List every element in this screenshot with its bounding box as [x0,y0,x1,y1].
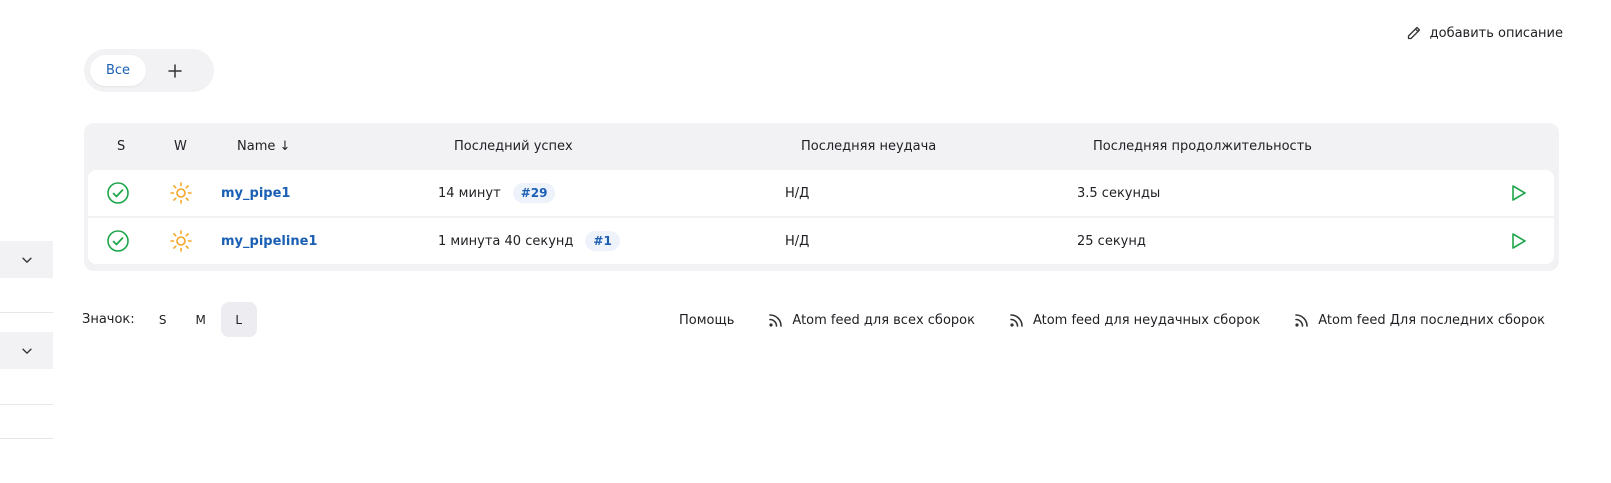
table-row: my_pipeline1 1 минута 40 секунд #1 Н/Д 2… [88,218,1554,264]
help-label: Помощь [679,312,735,328]
column-header-last-duration[interactable]: Последняя продолжительность [1093,139,1312,154]
last-duration-value: 25 секунд [1077,233,1146,249]
last-duration-value: 3.5 секунды [1077,185,1161,201]
success-status-icon [106,170,130,216]
rss-icon [769,314,783,327]
rss-icon [1295,314,1309,327]
job-link[interactable]: my_pipe1 [221,186,290,201]
add-description-button[interactable]: добавить описание [1406,22,1563,44]
sidebar-collapse-toggle[interactable] [0,332,53,369]
plus-icon [168,63,182,78]
atom-feed-all-link[interactable]: Atom feed для всех сборок [768,312,975,328]
icon-size-m[interactable]: M [183,302,219,337]
footer-links: Помощь Atom feed для всех сборок Atom fe… [679,309,1545,331]
column-header-weather[interactable]: W [174,139,187,154]
success-status-icon [106,218,130,264]
atom-feed-failed-label: Atom feed для неудачных сборок [1032,312,1261,328]
rss-icon [1010,314,1023,327]
last-failure-value: Н/Д [785,185,810,201]
icon-size-l[interactable]: L [220,302,257,337]
atom-feed-failed-link[interactable]: Atom feed для неудачных сборок [1009,312,1260,328]
last-failure-value: Н/Д [785,233,810,249]
chevron-down-icon [21,257,32,263]
tab-all[interactable]: Все [90,55,146,86]
icon-size-s[interactable]: S [145,302,181,337]
table-header: S W Name ↓ Последний успех Последняя неу… [84,123,1559,170]
sidebar-divider [0,404,53,405]
chevron-down-icon [21,348,32,354]
atom-feed-latest-label: Atom feed Для последних сборок [1318,312,1545,328]
sidebar-divider [0,438,53,439]
job-link[interactable]: my_pipeline1 [221,234,317,249]
add-description-label: добавить описание [1429,25,1563,41]
build-number-link[interactable]: #1 [585,231,620,251]
column-header-last-success[interactable]: Последний успех [454,139,573,154]
column-header-last-failure[interactable]: Последняя неудача [801,139,936,154]
play-icon [1512,233,1526,249]
run-build-button[interactable] [1508,218,1528,264]
table-row: my_pipe1 14 минут #29 Н/Д 3.5 секунды [88,170,1554,216]
last-success-time: 1 минута 40 секунд [438,233,574,249]
column-header-status[interactable]: S [117,139,125,154]
build-number-link[interactable]: #29 [512,183,556,203]
atom-feed-latest-link[interactable]: Atom feed Для последних сборок [1294,312,1545,328]
icon-size-selector: Значок: S M L [82,302,257,337]
play-icon [1512,185,1526,201]
run-build-button[interactable] [1508,170,1528,216]
last-success-time: 14 минут [438,185,501,201]
pencil-icon [1407,26,1420,40]
sidebar-collapse-toggle[interactable] [0,241,53,278]
sunny-icon [169,218,193,264]
view-tabs: Все [84,49,214,92]
icon-size-label: Значок: [82,312,135,327]
sidebar-divider [0,312,53,313]
jobs-table: S W Name ↓ Последний успех Последняя неу… [84,123,1559,271]
add-view-button[interactable] [152,55,198,86]
column-header-name[interactable]: Name ↓ [237,139,290,154]
atom-feed-all-label: Atom feed для всех сборок [792,312,975,328]
help-link[interactable]: Помощь [679,313,734,328]
sunny-icon [169,170,193,216]
